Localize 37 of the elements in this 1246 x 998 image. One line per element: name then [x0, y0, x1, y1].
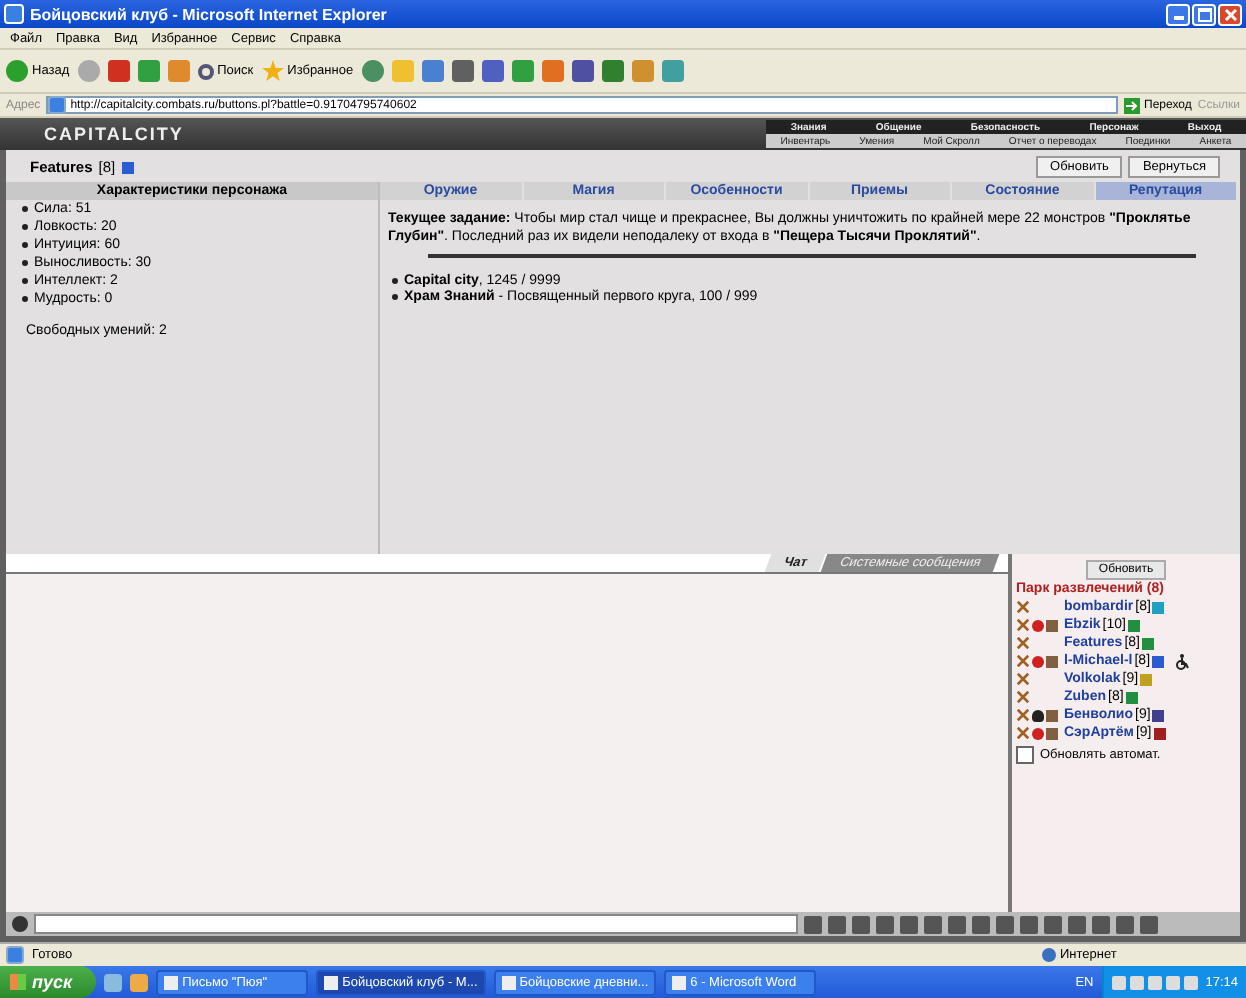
toolbar-icon[interactable]: [421, 60, 444, 82]
toolbar-icon[interactable]: [451, 60, 474, 82]
bullet-icon: [392, 277, 398, 284]
bullet-icon: [22, 295, 28, 302]
bullet-icon: [22, 205, 28, 212]
chat-input[interactable]: [34, 914, 798, 934]
bullet-icon: [392, 293, 398, 300]
minimize-button[interactable]: [1166, 3, 1190, 25]
info-badge[interactable]: [1152, 709, 1165, 721]
start-button[interactable]: пуск: [0, 966, 97, 998]
toolbar-icon[interactable]: [601, 60, 624, 82]
page-icon: [6, 946, 24, 964]
info-badge[interactable]: [1153, 727, 1166, 739]
bullet-icon: [22, 259, 28, 266]
info-badge[interactable]: [1127, 619, 1140, 631]
auto-refresh-checkbox[interactable]: [1016, 746, 1034, 764]
close-icon: [1223, 7, 1237, 21]
star-icon: [261, 60, 284, 82]
bullet-icon: [22, 223, 28, 230]
game-logo: CAPITALCITY: [42, 124, 186, 144]
toolbar-icon[interactable]: [541, 60, 564, 82]
info-badge[interactable]: [1141, 637, 1154, 649]
toolbar-icon[interactable]: [481, 60, 504, 82]
bullet-icon: [22, 241, 28, 248]
info-badge[interactable]: [121, 161, 134, 173]
info-badge[interactable]: [1152, 655, 1165, 667]
page-icon: [4, 4, 24, 24]
maximize-button[interactable]: [1192, 3, 1216, 25]
info-badge[interactable]: [1125, 691, 1138, 703]
go-arrow-icon: [1124, 97, 1141, 113]
globe-icon: [1042, 948, 1056, 962]
toolbar-icon[interactable]: [571, 60, 594, 82]
toolbar-icon[interactable]: [511, 60, 534, 82]
window-title: Бойцовский клуб - Microsoft Internet Explorer: [30, 5, 387, 23]
close-button[interactable]: [1218, 3, 1242, 25]
toolbar-icon[interactable]: [661, 60, 684, 82]
bullet-icon: [22, 277, 28, 284]
